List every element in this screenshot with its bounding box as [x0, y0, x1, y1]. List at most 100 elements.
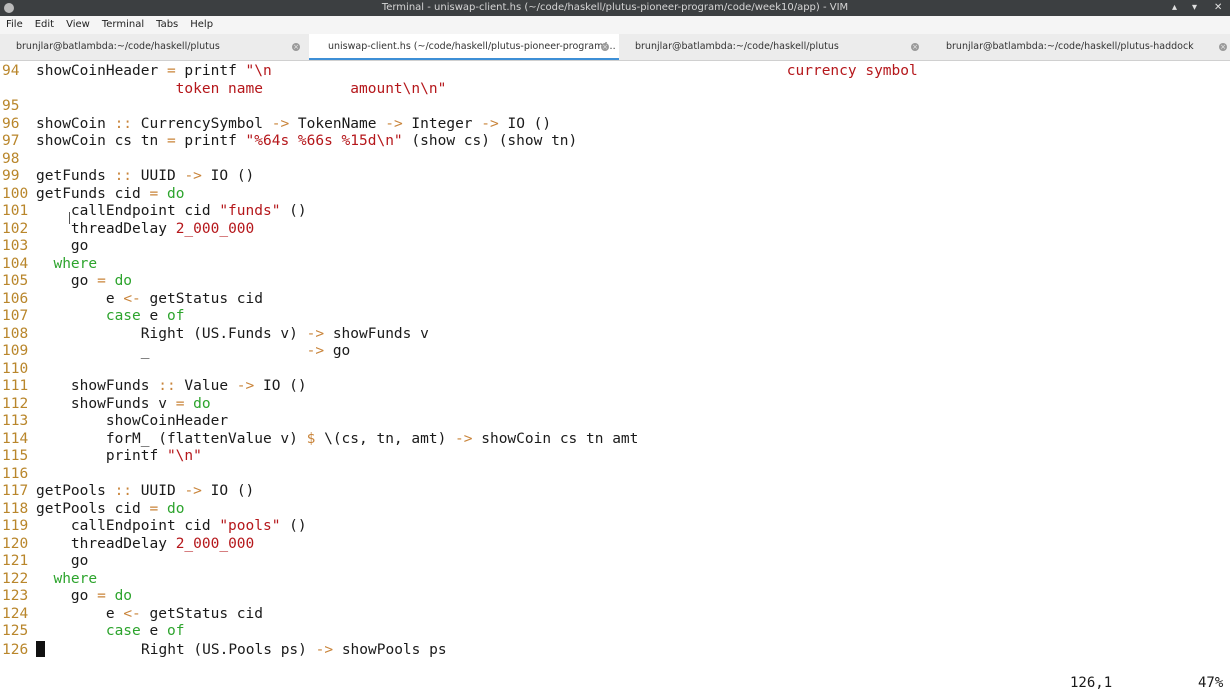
code-token: 2_000_000 [175, 220, 255, 237]
tab-close-icon[interactable]: × [1219, 43, 1227, 51]
code-line: 100 getFunds cid = do [0, 186, 184, 204]
code-token: IO () [498, 115, 552, 132]
tab-terminal-2[interactable]: brunjlar@batlambda:~/code/haskell/plutus… [619, 34, 927, 60]
code-line: 118 getPools cid = do [0, 501, 184, 519]
code-line: 112 showFunds v = do [0, 396, 211, 414]
code-token: -> [455, 430, 473, 447]
code-token: getStatus cid [140, 605, 264, 622]
line-number: 125 [2, 623, 29, 639]
minimize-icon[interactable]: ▴ [1172, 0, 1177, 16]
code-token: go [36, 238, 89, 254]
code-token: (show cs) (show tn) [402, 133, 578, 149]
code-line: 101 callEndpoint cid "funds" () [0, 203, 307, 221]
code-line: 98 [0, 151, 36, 169]
tab-vim-active[interactable]: uniswap-client.hs (~/code/haskell/plutus… [309, 34, 619, 60]
code-line: 107 case e of [0, 308, 184, 326]
code-token: IO () [254, 378, 307, 394]
line-number: 126 [2, 641, 29, 658]
menu-tabs[interactable]: Tabs [150, 16, 184, 34]
code-token: token name amount\n\n" [36, 80, 447, 97]
line-number: 95 [2, 98, 20, 114]
line-number: 118 [2, 500, 29, 517]
code-token: showCoinHeader [36, 413, 229, 429]
code-token: where [53, 570, 98, 587]
code-token: threadDelay [36, 220, 176, 237]
menu-file[interactable]: File [0, 16, 29, 34]
code-token: go [36, 273, 98, 289]
code-token: e [140, 308, 167, 324]
code-token: go [36, 553, 89, 569]
line-number: 117 [2, 483, 29, 499]
line-number: 122 [2, 570, 29, 587]
code-token: "\n" [166, 448, 202, 464]
code-line: token name amount\n\n" [0, 80, 447, 99]
code-line: 114 forM_ (flattenValue v) $ \(cs, tn, a… [0, 431, 638, 449]
code-token: "funds" [219, 203, 281, 219]
code-line: 126 Right (US.Pools ps) -> showPools ps [0, 640, 447, 659]
code-token: of [166, 308, 185, 324]
code-token: -> [184, 483, 202, 499]
code-token: getPools cid [36, 500, 150, 517]
code-line: 119 callEndpoint cid "pools" () [0, 518, 307, 536]
code-line: 116 [0, 466, 36, 484]
line-number: 94 [2, 63, 20, 79]
menu-help[interactable]: Help [184, 16, 219, 34]
code-token: e [36, 290, 124, 307]
maximize-icon[interactable]: ▾ [1192, 0, 1197, 16]
line-number: 113 [2, 413, 29, 429]
code-line: 121 go [0, 553, 88, 571]
code-token: = [149, 500, 159, 517]
code-token: IO () [201, 168, 255, 184]
vim-editor[interactable]: 94 showCoinHeader = printf "\n currency s… [0, 61, 1230, 665]
code-line: 115 printf "\n" [0, 448, 202, 466]
code-token: go [324, 343, 351, 359]
code-token: "%64s %66s %15d\n" [245, 133, 403, 149]
code-token: case [105, 623, 141, 639]
menu-view[interactable]: View [60, 16, 96, 34]
code-token: do [193, 395, 211, 412]
code-token: -> [481, 115, 499, 132]
code-token: -> [236, 378, 255, 394]
close-icon[interactable]: ✕ [1214, 0, 1222, 16]
code-token: printf [175, 63, 246, 79]
tab-close-icon[interactable]: × [601, 43, 609, 51]
tab-label: uniswap-client.hs (~/code/haskell/plutus… [328, 41, 616, 52]
tab-terminal-3[interactable]: brunjlar@batlambda:~/code/haskell/plutus… [927, 34, 1230, 60]
code-token: Right (US.Pools ps) [45, 641, 316, 658]
code-token: -> [306, 343, 325, 359]
code-token: :: [114, 483, 133, 499]
code-token: = [166, 63, 176, 79]
tab-close-icon[interactable]: × [292, 43, 300, 51]
code-token: showCoin cs tn amt [472, 430, 639, 447]
line-number: 103 [2, 238, 29, 254]
code-token: case [105, 308, 141, 324]
code-token: "\n currency symbol [245, 63, 918, 79]
code-token: Right (US.Funds v) [36, 325, 307, 342]
menu-edit[interactable]: Edit [29, 16, 60, 34]
code-line: 95 [0, 98, 36, 116]
menu-terminal[interactable]: Terminal [96, 16, 150, 34]
line-number: 106 [2, 290, 29, 307]
line-number: 120 [2, 535, 29, 552]
code-token: :: [114, 168, 133, 184]
code-token: <- [123, 290, 141, 307]
code-token: UUID [132, 483, 185, 499]
code-token: TokenName [289, 115, 386, 132]
window-title: Terminal - uniswap-client.hs (~/code/has… [381, 2, 849, 13]
tab-terminal-1[interactable]: brunjlar@batlambda:~/code/haskell/plutus… [0, 34, 309, 60]
code-line: 99 getFunds :: UUID -> IO () [0, 168, 254, 186]
tab-close-icon[interactable]: × [911, 43, 919, 51]
line-number: 111 [2, 378, 29, 394]
code-token: callEndpoint cid [36, 518, 220, 534]
line-number: 110 [2, 360, 29, 377]
line-number: 98 [2, 150, 20, 167]
code-token: e [36, 605, 124, 622]
line-number: 99 [2, 168, 20, 184]
line-number: 97 [2, 133, 20, 149]
line-number: 109 [2, 343, 29, 359]
